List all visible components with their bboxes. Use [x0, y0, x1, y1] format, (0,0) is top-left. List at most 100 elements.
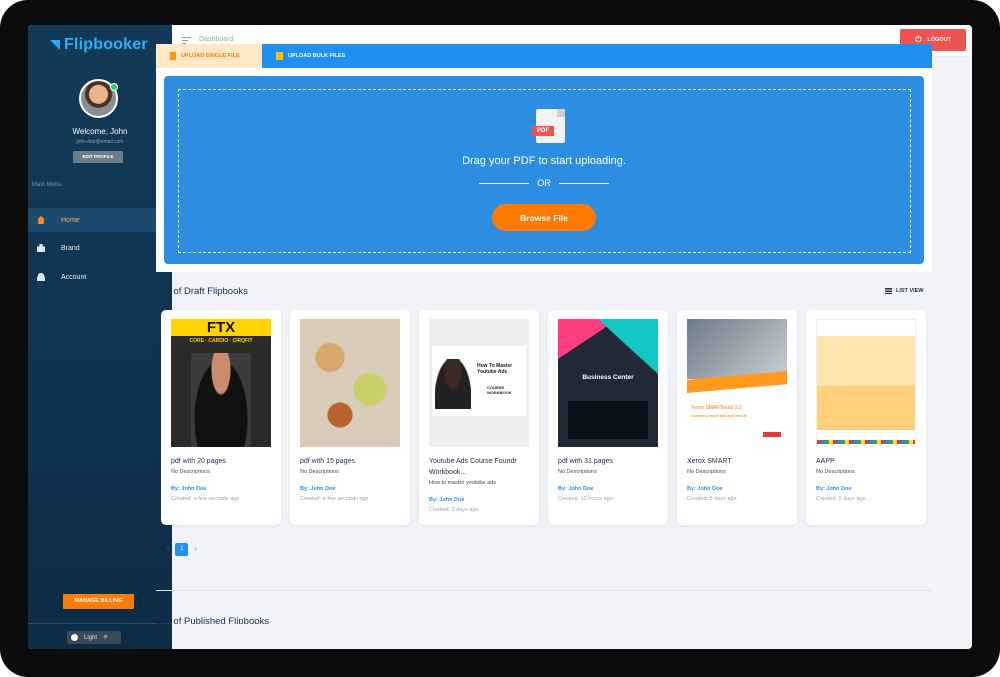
published-title: List of Published Flipbooks [156, 616, 270, 624]
or-separator: OR [479, 178, 609, 188]
logout-label: LOGOUT [927, 37, 951, 43]
toggle-knob-icon [71, 634, 78, 641]
cover-photo [435, 359, 471, 409]
user-icon [37, 273, 45, 281]
card-author: By: John Doe [300, 486, 336, 492]
sidebar: Flipbooker Welcome, John john.doe@email.… [28, 25, 172, 649]
sidebar-item-home[interactable]: Home [28, 208, 172, 232]
card-created: Created: 3 days ago [429, 507, 479, 513]
cover-thumbnail[interactable] [300, 319, 400, 447]
card-author: By: John Doe [558, 486, 594, 492]
online-status-icon [110, 83, 118, 91]
card-title[interactable]: pdf with 15 pages [300, 456, 404, 467]
flipbook-card[interactable]: How To Master Youtube Ads COURSE WORKBOO… [419, 310, 539, 525]
card-description: No Descriptions [171, 469, 210, 475]
cover-thumbnail[interactable]: Business Center [558, 319, 658, 447]
card-created: Created: a few seconds ago [171, 496, 240, 502]
card-author: By: John Doe [816, 486, 852, 492]
published-section-clip: List of Published Flipbooks [156, 610, 932, 624]
page-1-button[interactable]: 1 [175, 543, 189, 556]
manage-billing-button[interactable]: MANAGE BILLING [63, 594, 134, 609]
card-created: Created: 10 hours ago [558, 496, 613, 502]
divider [479, 182, 530, 184]
pagination: ‹ 1 › [167, 543, 197, 556]
flipbook-card[interactable]: Xerox SMARTsend 3.0 Scanning made fast a… [677, 310, 797, 525]
sidebar-divider [28, 623, 172, 624]
file-icon [170, 52, 176, 60]
cover-subtitle: CORE · CARDIO · CIRQFIT [189, 338, 253, 344]
card-description: No Descriptions [687, 469, 726, 475]
cover-thumbnail[interactable]: FTX CORE · CARDIO · CIRQFIT [171, 319, 271, 447]
cover-thumbnail[interactable]: Xerox SMARTsend 3.0 Scanning made fast a… [687, 319, 787, 447]
card-description: No Descriptions [558, 469, 597, 475]
xerox-logo [763, 432, 781, 437]
flipbook-card[interactable]: Business Center pdf with 31 pages No Des… [548, 310, 668, 525]
home-icon [37, 216, 45, 224]
cover-photo [568, 401, 648, 439]
sun-icon: ✳ [103, 635, 109, 641]
card-author: By: John Doe [429, 497, 465, 503]
sidebar-item-account[interactable]: Account [28, 265, 172, 289]
pdf-dropzone[interactable]: PDF Drag your PDF to start uploading. OR… [164, 76, 924, 264]
or-label: OR [537, 178, 551, 188]
sidebar-item-label: Account [61, 273, 87, 281]
cover-title: How To Master Youtube Ads [477, 363, 513, 375]
browse-file-button[interactable]: Browse File [492, 204, 596, 231]
flipbook-card[interactable]: pdf with 15 pages No Descriptions By: Jo… [290, 310, 410, 525]
sidebar-item-label: Brand [61, 244, 80, 252]
cover-subtitle: COURSE WORKBOOK [487, 385, 512, 395]
logo-text: Flipbooker [64, 36, 148, 53]
cover-title: Xerox SMARTsend 3.0 [691, 405, 742, 411]
card-description: No Descriptions [300, 469, 339, 475]
flipbook-card[interactable]: AAPP No Descriptions By: John Doe Create… [806, 310, 926, 525]
card-created: Created: 5 days ago [687, 496, 737, 502]
tab-upload-bulk[interactable]: UPLOAD BULK FILES [262, 44, 382, 68]
cover-band [817, 336, 915, 386]
upload-tabs: UPLOAD SINGLE FILE UPLOAD BULK FILES [156, 44, 932, 68]
drafts-title: List of Draft Flipbooks [156, 286, 248, 297]
cover-band [817, 386, 915, 430]
cover-thumbnail[interactable] [816, 319, 916, 447]
cover-thumbnail[interactable]: How To Master Youtube Ads COURSE WORKBOO… [429, 319, 529, 447]
card-title[interactable]: pdf with 20 pages [171, 456, 275, 467]
sidebar-item-label: Home [61, 216, 80, 224]
card-title[interactable]: pdf with 31 pages [558, 456, 662, 467]
sidebar-item-brand[interactable]: Brand [28, 236, 172, 260]
tab-label: UPLOAD SINGLE FILE [181, 53, 240, 59]
logo-icon [50, 40, 60, 50]
logo[interactable]: Flipbooker [50, 36, 148, 54]
card-title[interactable]: AAPP [816, 456, 920, 467]
draft-cards: FTX CORE · CARDIO · CIRQFIT pdf with 20 … [161, 310, 929, 525]
card-title[interactable]: Xerox SMART [687, 456, 791, 467]
welcome-text: Welcome, John [72, 127, 128, 136]
brand-icon [37, 244, 45, 252]
card-description: No Descriptions [816, 469, 855, 475]
card-created: Created: 5 days ago [816, 496, 866, 502]
theme-label: Light [84, 634, 98, 641]
user-email: john.doe@email.com [76, 139, 124, 145]
tab-upload-single[interactable]: UPLOAD SINGLE FILE [156, 44, 262, 68]
theme-toggle[interactable]: Light ✳ [67, 631, 121, 644]
cover-shape [598, 319, 658, 374]
cover-subtitle: Scanning made fast and secure [691, 413, 748, 418]
color-strip [817, 440, 915, 444]
menu-toggle-icon[interactable] [182, 37, 191, 44]
cover-title: FTX [171, 319, 271, 336]
tab-label: UPLOAD BULK FILES [288, 53, 346, 59]
flipbook-card[interactable]: FTX CORE · CARDIO · CIRQFIT pdf with 20 … [161, 310, 281, 525]
list-view-label: LIST VIEW [896, 288, 924, 294]
card-description: How to master youtube ads [429, 480, 496, 486]
cover-photo [687, 319, 787, 379]
card-title[interactable]: Youtube Ads Course Foundr Workbook... [429, 456, 533, 478]
list-view-button[interactable]: LIST VIEW [885, 288, 924, 294]
next-page-button[interactable]: › [194, 546, 196, 553]
card-author: By: John Doe [171, 486, 207, 492]
cover-photo [191, 353, 251, 447]
upload-panel: PDF Drag your PDF to start uploading. OR… [156, 68, 932, 272]
main-menu-label: Main Menu [32, 182, 62, 188]
pdf-tag: PDF [532, 126, 554, 136]
prev-page-button[interactable]: ‹ [167, 546, 169, 553]
card-author: By: John Doe [687, 486, 723, 492]
edit-profile-button[interactable]: EDIT PROFILE [73, 151, 123, 163]
breadcrumb: Dashboard [199, 36, 234, 43]
